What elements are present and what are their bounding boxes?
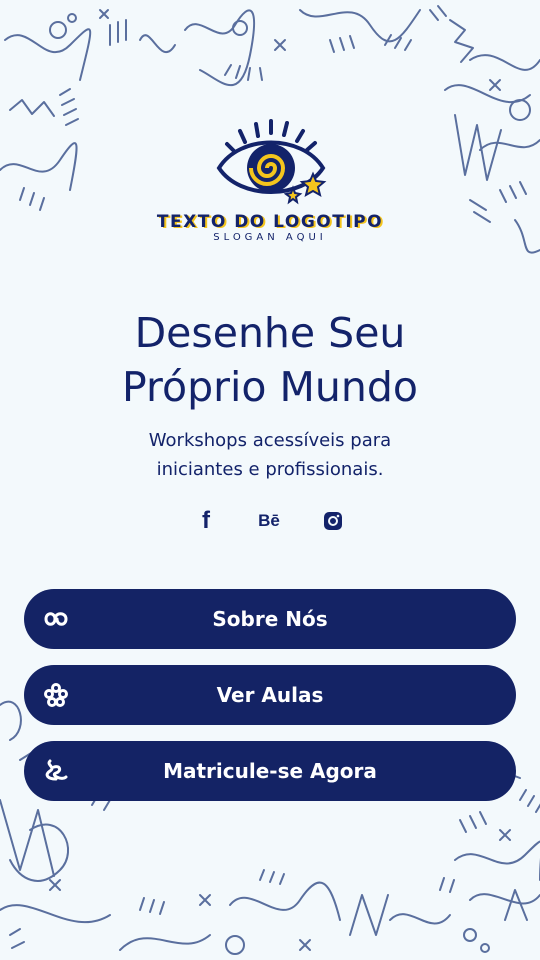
view-classes-button[interactable]: Ver Aulas bbox=[24, 665, 516, 725]
logo: TEXTO DO LOGOTIPO SLOGAN AQUI bbox=[0, 112, 540, 243]
view-classes-label: Ver Aulas bbox=[216, 683, 324, 707]
headline-line-1: Desenhe Seu bbox=[134, 309, 406, 357]
facebook-icon[interactable]: f bbox=[191, 506, 221, 536]
behance-icon[interactable]: Bē bbox=[254, 506, 284, 536]
logo-text: TEXTO DO LOGOTIPO bbox=[156, 212, 384, 232]
link-page: TEXTO DO LOGOTIPO SLOGAN AQUI Desenhe Se… bbox=[0, 0, 540, 960]
eye-logo-icon bbox=[216, 119, 327, 205]
subtitle-line-2: iniciantes e profissionais. bbox=[156, 459, 384, 480]
about-us-label: Sobre Nós bbox=[212, 607, 328, 631]
about-us-button[interactable]: Sobre Nós bbox=[24, 589, 516, 649]
subtitle-line-1: Workshops acessíveis para bbox=[148, 430, 392, 451]
logo-slogan: SLOGAN AQUI bbox=[213, 232, 327, 243]
page-title: Desenhe Seu Próprio Mundo bbox=[0, 306, 540, 414]
instagram-icon[interactable] bbox=[318, 506, 348, 536]
squiggle-icon bbox=[44, 759, 68, 783]
enroll-now-button[interactable]: Matricule-se Agora bbox=[24, 741, 516, 801]
loop-icon bbox=[44, 607, 68, 631]
enroll-now-label: Matricule-se Agora bbox=[163, 759, 377, 783]
social-links: f Bē bbox=[0, 506, 540, 536]
subtitle: Workshops acessíveis para iniciantes e p… bbox=[0, 426, 540, 484]
headline-line-2: Próprio Mundo bbox=[122, 363, 418, 411]
flower-icon bbox=[44, 683, 68, 707]
